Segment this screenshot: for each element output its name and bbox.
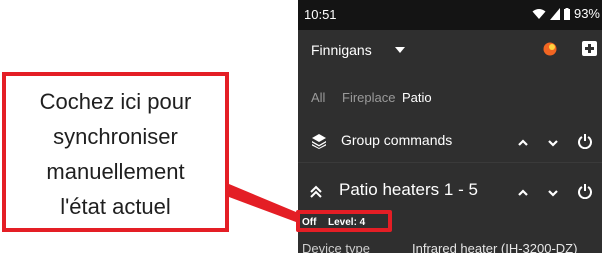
group-commands-row[interactable]: Group commands (298, 122, 602, 163)
chevron-up-icon[interactable] (515, 135, 531, 151)
tab-fireplace[interactable]: Fireplace (342, 90, 395, 105)
wifi-icon (532, 8, 546, 20)
device-type-row: Device type Infrared heater (IH-3200-DZ) (298, 238, 602, 253)
status-bar: 10:51 93% (298, 0, 602, 30)
signal-icon (549, 7, 560, 20)
add-icon[interactable] (582, 41, 597, 56)
chevron-down-icon[interactable] (545, 135, 561, 151)
power-icon[interactable] (577, 133, 593, 149)
page: 10:51 93% Finnigans All Fireplace Patio … (0, 0, 602, 253)
callout-line: Cochez ici pour (39, 89, 192, 114)
app-bar: Finnigans (298, 30, 602, 70)
annotation-callout: Cochez ici pour synchroniser manuellemen… (2, 72, 229, 232)
chevron-up-icon[interactable] (515, 185, 531, 201)
tab-all[interactable]: All (311, 90, 325, 105)
status-time: 10:51 (304, 7, 337, 22)
weather-icon[interactable] (543, 42, 557, 56)
status-icons: 93% (532, 6, 600, 21)
device-type-value: Infrared heater (IH-3200-DZ) (412, 241, 578, 253)
layers-icon (311, 133, 327, 149)
chevron-down-icon[interactable] (395, 47, 405, 53)
collapse-icon[interactable] (306, 180, 326, 204)
battery-percent: 93% (573, 6, 600, 21)
patio-heaters-label: Patio heaters 1 - 5 (339, 180, 478, 199)
callout-line: l'état actuel (60, 194, 171, 219)
group-commands-label: Group commands (341, 132, 453, 148)
battery-icon (563, 7, 570, 20)
chevron-down-icon[interactable] (545, 185, 561, 201)
device-type-label: Device type (302, 241, 370, 253)
patio-heaters-row[interactable]: Patio heaters 1 - 5 (298, 172, 602, 212)
power-icon[interactable] (577, 183, 593, 199)
status-highlight-box (296, 210, 392, 232)
callout-line: synchroniser (53, 124, 178, 149)
callout-line: manuellement (46, 159, 185, 184)
site-selector-label[interactable]: Finnigans (311, 42, 372, 58)
tab-bar: All Fireplace Patio (298, 86, 602, 108)
tab-patio[interactable]: Patio (402, 90, 432, 105)
